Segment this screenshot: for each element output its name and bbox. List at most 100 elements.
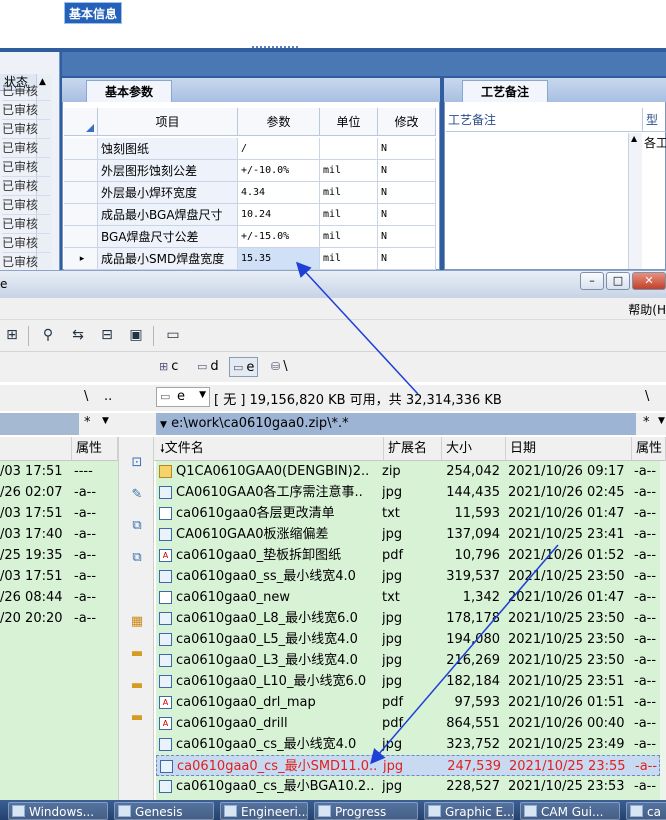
table-row[interactable]: ca0610gaa0_cs_最小SMD11.0.. jpg 247,539 2021/… (156, 755, 660, 776)
list-item[interactable]: /25 19:35 -a-- (0, 545, 118, 566)
left-filter[interactable]: * (84, 415, 91, 430)
param-value[interactable]: +/-15.0% (238, 226, 320, 248)
table-row[interactable]: Aca0610gaa0_垫板拆卸图纸 pdf 10,796 2021/10/26 01… (156, 545, 660, 566)
row-indicator[interactable] (64, 138, 98, 160)
drive-0[interactable]: ⊞ c (156, 357, 181, 377)
list-item[interactable]: /03 17:51 -a-- (0, 566, 118, 587)
table-row[interactable]: ca0610gaa0_ss_最小线宽4.0 jpg 319,537 2021/10/2… (156, 566, 660, 587)
list-item[interactable]: /03 17:40 -a-- (0, 524, 118, 545)
table-row[interactable]: ca0610gaa0_L3_最小线宽4.0 jpg 216,269 2021/10/2… (156, 650, 660, 671)
list-item[interactable]: /26 08:44 -a-- (0, 587, 118, 608)
table-row[interactable]: Q1CA0610GAA0(DENGBIN)2.. zip 254,042 2021/1… (156, 461, 660, 482)
status-item[interactable]: 已审核 (2, 158, 50, 177)
status-item[interactable]: 已审核 (2, 215, 50, 234)
view-icon[interactable]: ⊡ (128, 455, 146, 471)
folder-icon[interactable]: ▬ (128, 710, 146, 726)
table-row[interactable]: CA0610GAA0各工序需注意事.. jpg 144,435 2021/10/26 … (156, 482, 660, 503)
chevron-down-icon[interactable]: ▼ (658, 416, 665, 426)
list-item[interactable]: /20 20:20 -a-- (0, 608, 118, 629)
table-row[interactable]: ca0610gaa0_L5_最小线宽4.0 jpg 194,080 2021/10/2… (156, 629, 660, 650)
param-value[interactable]: / (238, 138, 320, 160)
drive-3[interactable]: ⛁ \ (268, 357, 291, 377)
param-value[interactable]: +/-10.0% (238, 160, 320, 182)
row-indicator[interactable]: ▸ (64, 248, 98, 270)
param-value[interactable]: 15.35 (238, 248, 320, 270)
folder-icon[interactable]: ▬ (128, 678, 146, 694)
col-filename[interactable]: 🠗文件名 (156, 437, 384, 461)
row-indicator[interactable] (64, 182, 98, 204)
chevron-down-icon[interactable]: ▼ (102, 416, 109, 426)
tab-1[interactable]: 拓展信息 (134, 2, 190, 24)
left-nav-root[interactable]: \ (84, 389, 88, 404)
file-manager-titlebar[interactable]: e (0, 270, 666, 298)
drive-2[interactable]: ▭ e (229, 357, 259, 377)
menu-help[interactable]: 帮助(H (628, 301, 666, 318)
scroll-up-icon[interactable]: ▲ (631, 134, 637, 143)
right-filter[interactable]: * (643, 415, 650, 430)
tab-process-notes[interactable]: 工艺备注 (462, 80, 549, 102)
minimize-button[interactable]: – (580, 272, 604, 290)
list-item[interactable]: /03 17:51 -a-- (0, 503, 118, 524)
drive-select[interactable]: ▭ e ▼ (156, 387, 210, 407)
table-row[interactable]: ca0610gaa0_cs_最小BGA10.2.. jpg 228,527 2021/… (156, 776, 660, 797)
taskbar-item[interactable]: Windows... (8, 802, 108, 820)
edit-icon[interactable]: ✎ (128, 487, 146, 503)
left-nav-up[interactable]: .. (104, 389, 112, 404)
taskbar-item[interactable]: Genesis (114, 802, 214, 820)
status-item[interactable]: 已审核 (2, 120, 50, 139)
url-icon[interactable]: ⊞ (2, 326, 22, 344)
right-path-bar[interactable]: ▼ e:\work\ca0610gaa0.zip\*.* (156, 413, 636, 435)
pack-icon[interactable]: ▦ (128, 614, 146, 630)
tab-2[interactable]: BOM (204, 2, 240, 24)
table-row[interactable]: Aca0610gaa0_drl_map pdf 97,593 2021/10/26 0… (156, 692, 660, 713)
sync-icon[interactable]: ⊟ (97, 326, 117, 344)
table-row[interactable]: ca0610gaa0各层更改清单 txt 11,593 2021/10/26 01:4… (156, 503, 660, 524)
status-item[interactable]: 已审核 (2, 196, 50, 215)
row-indicator[interactable] (64, 226, 98, 248)
list-item[interactable]: /03 17:51 ---- (0, 461, 118, 482)
taskbar-item[interactable]: Progress (314, 802, 418, 820)
status-item[interactable]: 已审核 (2, 82, 50, 101)
table-row[interactable]: CA0610GAA0板涨缩偏差 jpg 137,094 2021/10/25 23:4… (156, 524, 660, 545)
tab-5[interactable]: 设备配方 (384, 2, 440, 24)
move-icon[interactable]: ⧉ (128, 550, 146, 566)
left-col-date[interactable] (0, 437, 72, 461)
col-date[interactable]: 日期 (506, 437, 632, 461)
param-value[interactable]: 4.34 (238, 182, 320, 204)
compare-icon[interactable]: ⇆ (68, 326, 88, 344)
type-column[interactable]: 型号 (642, 108, 666, 132)
table-row[interactable]: ca0610gaa0_new txt 1,342 2021/10/26 01:47 -a… (156, 587, 660, 608)
tab-4[interactable]: 文本配方 (314, 2, 370, 24)
left-path-bar[interactable] (0, 413, 79, 435)
status-item[interactable]: 已审核 (2, 139, 50, 158)
right-nav-root[interactable]: \ (645, 389, 649, 404)
grid-col-0[interactable]: 项目 (98, 108, 238, 136)
grid-col-3[interactable]: 修改 (378, 108, 436, 136)
table-row[interactable]: ca0610gaa0_L8_最小线宽6.0 jpg 178,178 2021/10/2… (156, 608, 660, 629)
status-item[interactable]: 已审核 (2, 101, 50, 120)
col-size[interactable]: 大小 (442, 437, 506, 461)
new-folder-icon[interactable]: ▬ (128, 646, 146, 662)
splitter-grip[interactable] (252, 46, 298, 50)
tab-0[interactable]: 基本信息 (64, 2, 123, 24)
list-item[interactable]: /26 02:07 -a-- (0, 482, 118, 503)
process-notes-column[interactable]: 工艺备注 (446, 108, 642, 132)
left-col-attr[interactable]: 属性 (72, 437, 118, 461)
tab-3[interactable]: 产品特性 (244, 2, 300, 24)
binoculars-icon[interactable]: ⚲ (38, 326, 58, 344)
row-indicator[interactable] (64, 204, 98, 226)
pack-icon[interactable]: ▣ (126, 326, 146, 344)
tab-basic-params[interactable]: 基本参数 (86, 80, 173, 102)
process-scrollbar[interactable]: ▲ (628, 133, 642, 269)
table-row[interactable]: ca0610gaa0_L10_最小线宽6.0 jpg 182,184 2021/10/… (156, 671, 660, 692)
col-extension[interactable]: 扩展名 (384, 437, 442, 461)
row-indicator[interactable] (64, 160, 98, 182)
status-item[interactable]: 已审核 (2, 234, 50, 253)
notepad-icon[interactable]: ▭ (163, 326, 183, 344)
taskbar-item[interactable]: ca (626, 802, 666, 820)
taskbar-item[interactable]: Engineeri... (220, 802, 308, 820)
taskbar-item[interactable]: CAM Gui... (520, 802, 620, 820)
copy-icon[interactable]: ⧉ (128, 518, 146, 534)
drive-1[interactable]: ▭ d (194, 357, 222, 377)
status-item[interactable]: 已审核 (2, 177, 50, 196)
